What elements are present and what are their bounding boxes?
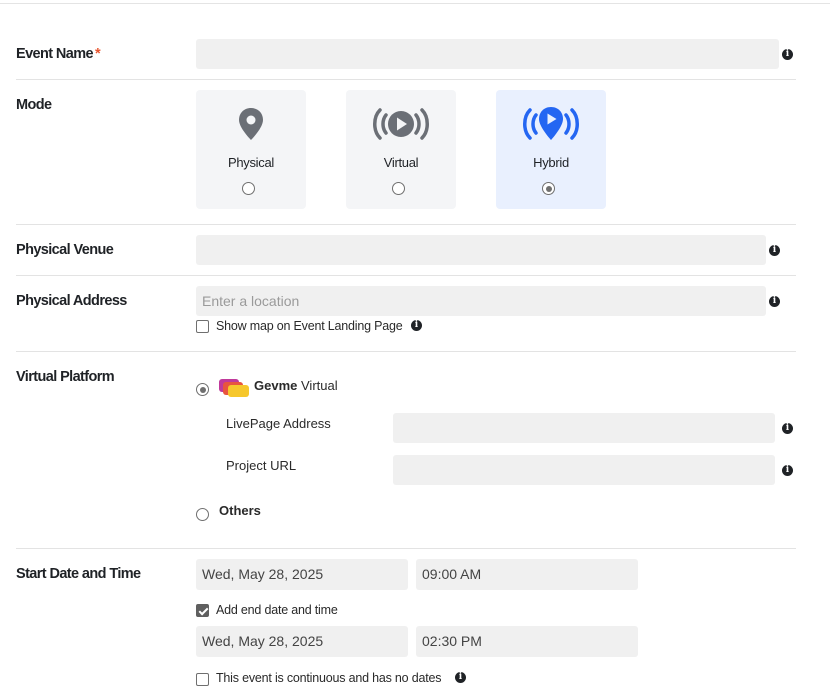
mode-option-label: Physical — [227, 155, 274, 170]
gevme-virtual-label: Gevme Virtual — [254, 378, 338, 393]
continuous-event-checkbox[interactable] — [196, 673, 209, 686]
top-border — [0, 3, 830, 4]
info-icon[interactable]: i — [411, 320, 422, 331]
end-time-input[interactable]: 02:30 PM — [416, 626, 638, 657]
start-date-label: Start Date and Time — [16, 566, 141, 582]
mode-radio-hybrid[interactable] — [542, 182, 555, 195]
others-label: Others — [219, 503, 261, 518]
divider — [16, 224, 796, 225]
physical-venue-input[interactable] — [196, 235, 766, 265]
mode-radio-physical[interactable] — [242, 182, 255, 195]
mode-radio-virtual[interactable] — [392, 182, 405, 195]
broadcast-play-icon — [346, 104, 456, 144]
start-date-input[interactable]: Wed, May 28, 2025 — [196, 559, 408, 590]
mode-option-hybrid[interactable]: Hybrid — [496, 90, 606, 209]
mode-label: Mode — [16, 97, 52, 113]
required-asterisk: * — [95, 46, 101, 62]
mode-option-physical[interactable]: Physical — [196, 90, 306, 209]
event-name-input[interactable] — [196, 39, 779, 69]
show-map-checkbox[interactable] — [196, 320, 209, 333]
add-end-date-label: Add end date and time — [216, 603, 338, 617]
physical-address-input[interactable] — [196, 286, 766, 316]
add-end-date-checkbox[interactable] — [196, 604, 209, 617]
physical-venue-label: Physical Venue — [16, 242, 114, 258]
continuous-event-label: This event is continuous and has no date… — [216, 671, 442, 685]
mode-option-label: Virtual — [383, 155, 419, 170]
divider — [16, 351, 796, 352]
project-url-label: Project URL — [226, 458, 297, 473]
mode-option-label: Hybrid — [533, 155, 569, 170]
event-name-label: Event Name * — [16, 46, 101, 62]
info-icon[interactable]: i — [782, 423, 793, 434]
end-date-input[interactable]: Wed, May 28, 2025 — [196, 626, 408, 657]
gevme-logo-icon — [218, 378, 250, 398]
broadcast-pin-icon — [496, 104, 606, 144]
show-map-label: Show map on Event Landing Page — [216, 319, 403, 333]
livepage-address-label: LivePage Address — [226, 416, 331, 431]
virtual-platform-label: Virtual Platform — [16, 369, 115, 385]
divider — [16, 275, 796, 276]
info-icon[interactable]: i — [769, 296, 780, 307]
info-icon[interactable]: i — [455, 672, 466, 683]
gevme-virtual-radio[interactable] — [196, 383, 209, 396]
others-radio[interactable] — [196, 508, 209, 521]
livepage-address-input[interactable] — [393, 413, 775, 443]
divider — [16, 548, 796, 549]
info-icon[interactable]: i — [782, 49, 793, 60]
info-icon[interactable]: i — [769, 245, 780, 256]
info-icon[interactable]: i — [782, 465, 793, 476]
mode-option-virtual[interactable]: Virtual — [346, 90, 456, 209]
project-url-input[interactable] — [393, 455, 775, 485]
physical-address-label: Physical Address — [16, 293, 127, 309]
divider — [16, 79, 796, 80]
start-time-input[interactable]: 09:00 AM — [416, 559, 638, 590]
location-pin-icon — [196, 104, 306, 144]
